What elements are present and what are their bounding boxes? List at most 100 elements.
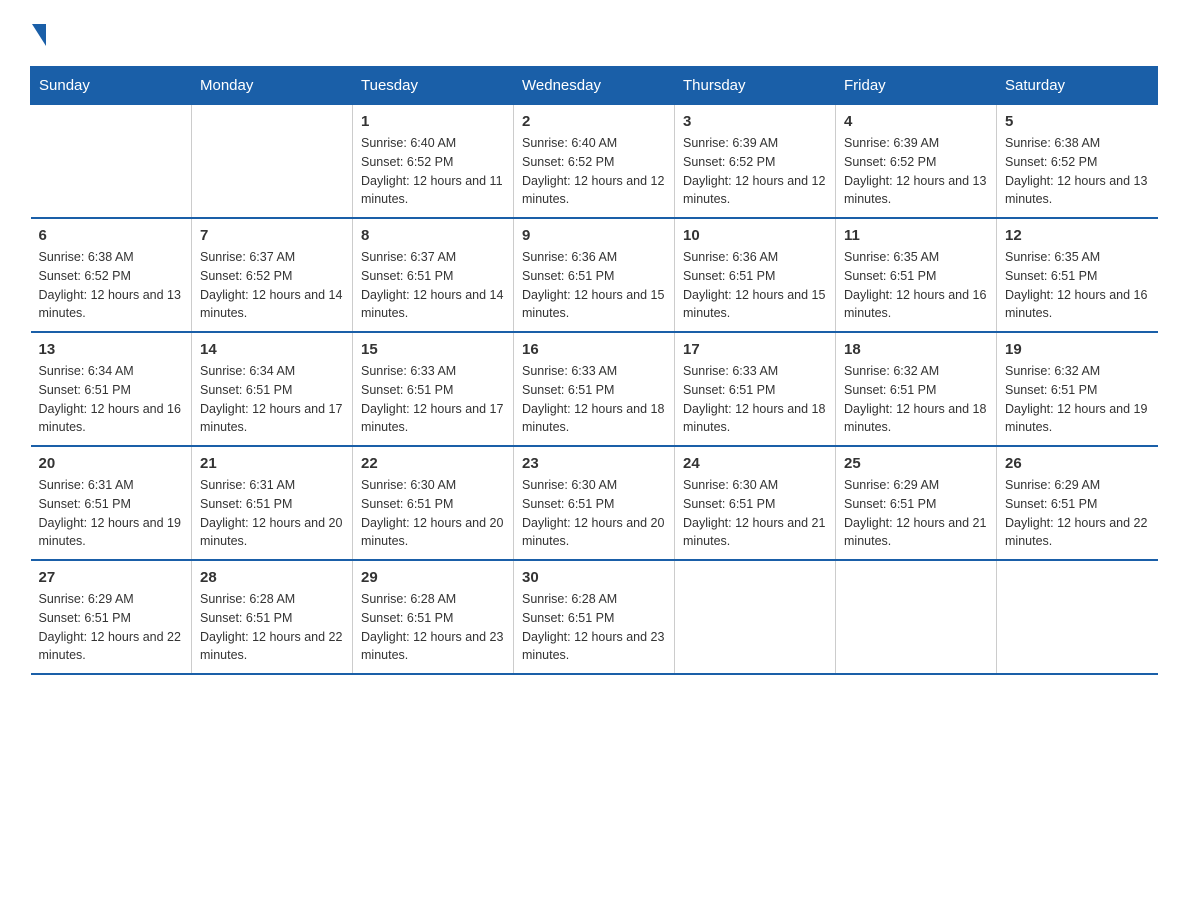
day-info: Sunrise: 6:39 AMSunset: 6:52 PMDaylight:… — [683, 134, 827, 209]
calendar-cell: 3 Sunrise: 6:39 AMSunset: 6:52 PMDaylight… — [675, 105, 836, 219]
calendar-cell: 22Sunrise: 6:30 AMSunset: 6:51 PMDayligh… — [353, 446, 514, 560]
day-info: Sunrise: 6:33 AMSunset: 6:51 PMDaylight:… — [683, 362, 827, 437]
day-number: 22 — [361, 455, 505, 472]
day-number: 18 — [844, 341, 988, 358]
weekday-header-wednesday: Wednesday — [514, 67, 675, 105]
day-number: 23 — [522, 455, 666, 472]
day-number: 2 — [522, 113, 666, 130]
day-info: Sunrise: 6:30 AMSunset: 6:51 PMDaylight:… — [683, 476, 827, 551]
calendar-cell: 14Sunrise: 6:34 AMSunset: 6:51 PMDayligh… — [192, 332, 353, 446]
day-number: 25 — [844, 455, 988, 472]
calendar-cell — [997, 560, 1158, 674]
day-info: Sunrise: 6:34 AMSunset: 6:51 PMDaylight:… — [200, 362, 344, 437]
day-number: 17 — [683, 341, 827, 358]
header — [30, 20, 1158, 46]
week-row-4: 20 Sunrise: 6:31 AMSunset: 6:51 PMDayligh… — [31, 446, 1158, 560]
day-info: Sunrise: 6:37 AMSunset: 6:51 PMDaylight:… — [361, 248, 505, 323]
day-number: 3 — [683, 113, 827, 130]
calendar-cell: 15 Sunrise: 6:33 AMSunset: 6:51 PMDayligh… — [353, 332, 514, 446]
day-number: 1 — [361, 113, 505, 130]
day-number: 8 — [361, 227, 505, 244]
day-info: Sunrise: 6:29 AMSunset: 6:51 PMDaylight:… — [1005, 476, 1150, 551]
calendar-table: SundayMondayTuesdayWednesdayThursdayFrid… — [30, 66, 1158, 675]
calendar-cell: 6Sunrise: 6:38 AMSunset: 6:52 PMDaylight… — [31, 218, 192, 332]
day-info: Sunrise: 6:39 AMSunset: 6:52 PMDaylight:… — [844, 134, 988, 209]
calendar-cell: 24 Sunrise: 6:30 AMSunset: 6:51 PMDayligh… — [675, 446, 836, 560]
day-info: Sunrise: 6:33 AMSunset: 6:51 PMDaylight:… — [361, 362, 505, 437]
weekday-header-monday: Monday — [192, 67, 353, 105]
day-number: 30 — [522, 569, 666, 586]
calendar-cell — [31, 105, 192, 219]
day-number: 24 — [683, 455, 827, 472]
week-row-2: 6Sunrise: 6:38 AMSunset: 6:52 PMDaylight… — [31, 218, 1158, 332]
calendar-cell: 1 Sunrise: 6:40 AMSunset: 6:52 PMDaylight… — [353, 105, 514, 219]
day-info: Sunrise: 6:31 AMSunset: 6:51 PMDaylight:… — [39, 476, 184, 551]
weekday-header-thursday: Thursday — [675, 67, 836, 105]
weekday-header-tuesday: Tuesday — [353, 67, 514, 105]
day-info: Sunrise: 6:31 AMSunset: 6:51 PMDaylight:… — [200, 476, 344, 551]
calendar-cell: 17 Sunrise: 6:33 AMSunset: 6:51 PMDayligh… — [675, 332, 836, 446]
day-info: Sunrise: 6:40 AMSunset: 6:52 PMDaylight:… — [361, 134, 505, 209]
calendar-cell: 7 Sunrise: 6:37 AMSunset: 6:52 PMDaylight… — [192, 218, 353, 332]
logo-arrow-icon — [32, 24, 46, 46]
day-number: 6 — [39, 227, 184, 244]
calendar-cell: 18 Sunrise: 6:32 AMSunset: 6:51 PMDayligh… — [836, 332, 997, 446]
day-number: 21 — [200, 455, 344, 472]
day-number: 11 — [844, 227, 988, 244]
day-info: Sunrise: 6:28 AMSunset: 6:51 PMDaylight:… — [361, 590, 505, 665]
calendar-cell: 27 Sunrise: 6:29 AMSunset: 6:51 PMDayligh… — [31, 560, 192, 674]
day-number: 9 — [522, 227, 666, 244]
day-info: Sunrise: 6:38 AMSunset: 6:52 PMDaylight:… — [1005, 134, 1150, 209]
calendar-cell: 28Sunrise: 6:28 AMSunset: 6:51 PMDayligh… — [192, 560, 353, 674]
day-info: Sunrise: 6:35 AMSunset: 6:51 PMDaylight:… — [844, 248, 988, 323]
day-number: 29 — [361, 569, 505, 586]
day-number: 12 — [1005, 227, 1150, 244]
day-number: 5 — [1005, 113, 1150, 130]
calendar-cell: 10Sunrise: 6:36 AMSunset: 6:51 PMDayligh… — [675, 218, 836, 332]
calendar-cell: 20 Sunrise: 6:31 AMSunset: 6:51 PMDayligh… — [31, 446, 192, 560]
calendar-cell: 4 Sunrise: 6:39 AMSunset: 6:52 PMDaylight… — [836, 105, 997, 219]
day-number: 19 — [1005, 341, 1150, 358]
calendar-cell: 30 Sunrise: 6:28 AMSunset: 6:51 PMDayligh… — [514, 560, 675, 674]
day-number: 16 — [522, 341, 666, 358]
day-info: Sunrise: 6:37 AMSunset: 6:52 PMDaylight:… — [200, 248, 344, 323]
day-info: Sunrise: 6:40 AMSunset: 6:52 PMDaylight:… — [522, 134, 666, 209]
calendar-cell: 21 Sunrise: 6:31 AMSunset: 6:51 PMDayligh… — [192, 446, 353, 560]
calendar-cell: 5 Sunrise: 6:38 AMSunset: 6:52 PMDaylight… — [997, 105, 1158, 219]
weekday-header-saturday: Saturday — [997, 67, 1158, 105]
calendar-cell: 25 Sunrise: 6:29 AMSunset: 6:51 PMDayligh… — [836, 446, 997, 560]
calendar-cell: 29 Sunrise: 6:28 AMSunset: 6:51 PMDayligh… — [353, 560, 514, 674]
day-number: 4 — [844, 113, 988, 130]
day-info: Sunrise: 6:35 AMSunset: 6:51 PMDaylight:… — [1005, 248, 1150, 323]
day-info: Sunrise: 6:36 AMSunset: 6:51 PMDaylight:… — [683, 248, 827, 323]
day-info: Sunrise: 6:29 AMSunset: 6:51 PMDaylight:… — [844, 476, 988, 551]
calendar-cell — [836, 560, 997, 674]
day-number: 20 — [39, 455, 184, 472]
calendar-cell — [192, 105, 353, 219]
calendar-cell: 11 Sunrise: 6:35 AMSunset: 6:51 PMDayligh… — [836, 218, 997, 332]
day-info: Sunrise: 6:32 AMSunset: 6:51 PMDaylight:… — [1005, 362, 1150, 437]
day-number: 27 — [39, 569, 184, 586]
calendar-cell: 23 Sunrise: 6:30 AMSunset: 6:51 PMDayligh… — [514, 446, 675, 560]
logo — [30, 20, 46, 46]
day-info: Sunrise: 6:34 AMSunset: 6:51 PMDaylight:… — [39, 362, 184, 437]
day-number: 28 — [200, 569, 344, 586]
calendar-cell: 26 Sunrise: 6:29 AMSunset: 6:51 PMDayligh… — [997, 446, 1158, 560]
day-info: Sunrise: 6:28 AMSunset: 6:51 PMDaylight:… — [522, 590, 666, 665]
day-info: Sunrise: 6:30 AMSunset: 6:51 PMDaylight:… — [522, 476, 666, 551]
week-row-3: 13 Sunrise: 6:34 AMSunset: 6:51 PMDayligh… — [31, 332, 1158, 446]
day-number: 26 — [1005, 455, 1150, 472]
day-number: 7 — [200, 227, 344, 244]
day-info: Sunrise: 6:29 AMSunset: 6:51 PMDaylight:… — [39, 590, 184, 665]
calendar-cell: 2 Sunrise: 6:40 AMSunset: 6:52 PMDaylight… — [514, 105, 675, 219]
calendar-cell: 12 Sunrise: 6:35 AMSunset: 6:51 PMDayligh… — [997, 218, 1158, 332]
weekday-header-sunday: Sunday — [31, 67, 192, 105]
day-info: Sunrise: 6:32 AMSunset: 6:51 PMDaylight:… — [844, 362, 988, 437]
calendar-cell: 9Sunrise: 6:36 AMSunset: 6:51 PMDaylight… — [514, 218, 675, 332]
calendar-cell: 13 Sunrise: 6:34 AMSunset: 6:51 PMDayligh… — [31, 332, 192, 446]
calendar-cell: 19 Sunrise: 6:32 AMSunset: 6:51 PMDayligh… — [997, 332, 1158, 446]
weekday-header-row: SundayMondayTuesdayWednesdayThursdayFrid… — [31, 67, 1158, 105]
day-number: 13 — [39, 341, 184, 358]
day-number: 15 — [361, 341, 505, 358]
week-row-5: 27 Sunrise: 6:29 AMSunset: 6:51 PMDayligh… — [31, 560, 1158, 674]
